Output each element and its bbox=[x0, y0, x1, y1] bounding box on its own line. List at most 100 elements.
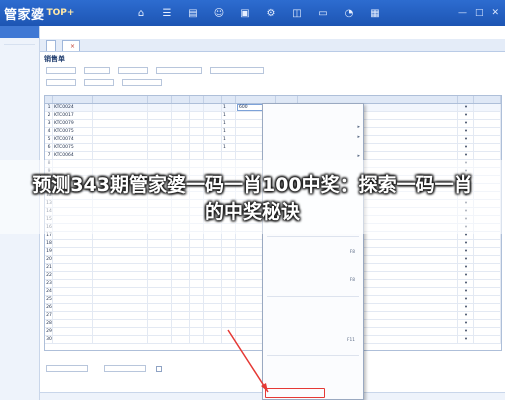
warehouse-field[interactable] bbox=[118, 67, 148, 74]
table-cell[interactable]: 21 bbox=[45, 264, 53, 271]
table-cell[interactable] bbox=[148, 256, 172, 263]
table-cell[interactable]: KTC0064 bbox=[53, 152, 93, 159]
note-field[interactable] bbox=[122, 79, 162, 86]
table-cell[interactable] bbox=[53, 280, 93, 287]
table-cell[interactable] bbox=[474, 248, 501, 255]
dropdown-icon[interactable]: ▾ bbox=[465, 297, 467, 302]
table-cell[interactable] bbox=[204, 144, 222, 151]
dropdown-icon[interactable]: ▾ bbox=[465, 113, 467, 118]
context-menu-item[interactable] bbox=[263, 104, 363, 113]
context-menu-item[interactable] bbox=[263, 257, 363, 266]
table-cell[interactable] bbox=[190, 144, 204, 151]
table-cell[interactable] bbox=[148, 272, 172, 279]
context-menu-item[interactable]: ▸ bbox=[263, 151, 363, 160]
table-cell[interactable] bbox=[190, 264, 204, 271]
table-cell[interactable]: 20 bbox=[45, 256, 53, 263]
table-cell[interactable] bbox=[474, 256, 501, 263]
dropdown-icon[interactable]: ▾ bbox=[465, 129, 467, 134]
table-cell[interactable] bbox=[222, 320, 236, 327]
context-menu-item[interactable] bbox=[263, 267, 363, 276]
table-cell[interactable]: ▾ bbox=[458, 288, 474, 295]
dropdown-icon[interactable]: ▾ bbox=[465, 337, 467, 342]
table-cell[interactable] bbox=[204, 328, 222, 335]
table-cell[interactable] bbox=[148, 104, 172, 111]
table-cell[interactable] bbox=[93, 320, 148, 327]
dropdown-icon[interactable]: ▾ bbox=[465, 105, 467, 110]
table-cell[interactable] bbox=[222, 312, 236, 319]
table-cell[interactable] bbox=[190, 272, 204, 279]
table-cell[interactable] bbox=[53, 296, 93, 303]
table-cell[interactable] bbox=[53, 328, 93, 335]
table-cell[interactable]: ▾ bbox=[458, 256, 474, 263]
table-cell[interactable] bbox=[172, 128, 190, 135]
table-cell[interactable]: ▾ bbox=[458, 264, 474, 271]
table-cell[interactable] bbox=[474, 152, 501, 159]
table-cell[interactable] bbox=[148, 264, 172, 271]
table-cell[interactable] bbox=[53, 288, 93, 295]
table-cell[interactable] bbox=[93, 312, 148, 319]
table-cell[interactable] bbox=[53, 264, 93, 271]
dropdown-icon[interactable]: ▾ bbox=[465, 321, 467, 326]
table-cell[interactable] bbox=[474, 136, 501, 143]
table-cell[interactable] bbox=[148, 112, 172, 119]
table-cell[interactable] bbox=[190, 120, 204, 127]
gear-icon[interactable]: ⚙ bbox=[264, 6, 278, 20]
table-cell[interactable] bbox=[172, 312, 190, 319]
table-cell[interactable]: ▾ bbox=[458, 120, 474, 127]
table-cell[interactable]: 7 bbox=[45, 152, 53, 159]
table-cell[interactable] bbox=[93, 288, 148, 295]
table-cell[interactable]: 5 bbox=[45, 136, 53, 143]
tab-sales-order[interactable]: × bbox=[62, 40, 81, 51]
grid-icon[interactable]: ▦ bbox=[368, 6, 382, 20]
context-menu-item[interactable]: F11 bbox=[263, 335, 363, 344]
table-cell[interactable] bbox=[204, 152, 222, 159]
table-cell[interactable]: ▾ bbox=[458, 112, 474, 119]
context-menu-item[interactable]: F8 bbox=[263, 248, 363, 257]
table-cell[interactable] bbox=[93, 296, 148, 303]
customer-field[interactable] bbox=[46, 67, 76, 74]
table-cell[interactable] bbox=[93, 304, 148, 311]
context-menu-item[interactable] bbox=[263, 238, 363, 247]
context-menu-item[interactable]: ▸ bbox=[263, 132, 363, 141]
dropdown-icon[interactable]: ▾ bbox=[465, 305, 467, 310]
table-cell[interactable] bbox=[172, 304, 190, 311]
dropdown-icon[interactable]: ▾ bbox=[465, 257, 467, 262]
table-cell[interactable] bbox=[93, 280, 148, 287]
table-cell[interactable] bbox=[93, 248, 148, 255]
table-cell[interactable] bbox=[222, 240, 236, 247]
dropdown-icon[interactable]: ▾ bbox=[465, 153, 467, 158]
table-cell[interactable]: 24 bbox=[45, 288, 53, 295]
table-cell[interactable] bbox=[93, 336, 148, 343]
table-cell[interactable] bbox=[148, 304, 172, 311]
table-cell[interactable] bbox=[190, 136, 204, 143]
context-menu-item[interactable] bbox=[263, 142, 363, 151]
table-cell[interactable] bbox=[172, 336, 190, 343]
table-cell[interactable] bbox=[222, 304, 236, 311]
user-icon[interactable]: ☺ bbox=[212, 6, 226, 20]
table-cell[interactable] bbox=[148, 248, 172, 255]
table-cell[interactable] bbox=[172, 320, 190, 327]
table-cell[interactable] bbox=[204, 240, 222, 247]
table-cell[interactable] bbox=[222, 296, 236, 303]
table-cell[interactable]: ▾ bbox=[458, 328, 474, 335]
table-cell[interactable] bbox=[474, 264, 501, 271]
table-cell[interactable] bbox=[93, 256, 148, 263]
dropdown-icon[interactable]: ▾ bbox=[465, 249, 467, 254]
context-menu-item[interactable] bbox=[263, 326, 363, 335]
context-menu-item[interactable] bbox=[263, 345, 363, 354]
table-cell[interactable] bbox=[190, 104, 204, 111]
table-cell[interactable] bbox=[53, 312, 93, 319]
table-cell[interactable]: ▾ bbox=[458, 304, 474, 311]
table-cell[interactable]: KTC0017 bbox=[53, 112, 93, 119]
box-icon[interactable]: ▣ bbox=[238, 6, 252, 20]
table-cell[interactable] bbox=[474, 312, 501, 319]
table-cell[interactable] bbox=[222, 336, 236, 343]
table-cell[interactable]: KTC0075 bbox=[53, 144, 93, 151]
table-cell[interactable] bbox=[53, 304, 93, 311]
table-cell[interactable] bbox=[474, 144, 501, 151]
table-cell[interactable]: 1 bbox=[45, 104, 53, 111]
table-cell[interactable] bbox=[204, 256, 222, 263]
dropdown-icon[interactable]: ▾ bbox=[465, 289, 467, 294]
table-cell[interactable] bbox=[172, 272, 190, 279]
table-cell[interactable] bbox=[93, 264, 148, 271]
